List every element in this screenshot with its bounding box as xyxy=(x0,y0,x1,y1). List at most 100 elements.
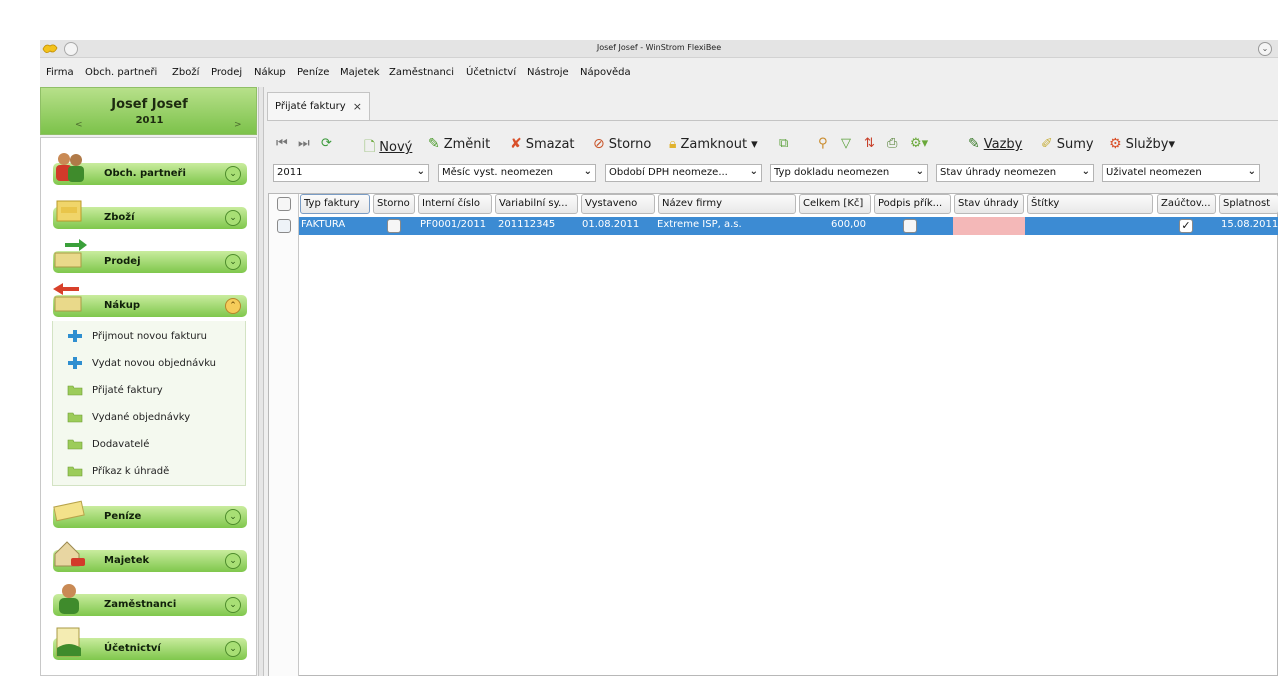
company-header: Josef Josef 2011 < > xyxy=(40,87,257,135)
expand-chevron-icon[interactable]: ⌄ xyxy=(225,509,241,525)
expand-chevron-icon[interactable]: ⌄ xyxy=(225,210,241,226)
column-header-variabilni-symbol[interactable]: Variabilní sy... xyxy=(495,194,578,214)
column-header-stav-uhrady[interactable]: Stav úhrady xyxy=(954,194,1024,214)
menu-bar: Firma Obch. partneři Zboží Prodej Nákup … xyxy=(40,59,1278,84)
cell-vystaveno: 01.08.2011 xyxy=(582,219,640,230)
chevron-down-icon: ⌄ xyxy=(915,166,924,177)
expand-chevron-icon[interactable]: ⌄ xyxy=(225,254,241,270)
services-button[interactable]: ⚙ Služby▾ xyxy=(1109,136,1175,152)
chevron-down-icon: ⌄ xyxy=(1247,166,1256,177)
company-year: 2011 xyxy=(135,115,164,126)
column-header-vystaveno[interactable]: Vystaveno xyxy=(581,194,655,214)
refresh-icon[interactable]: ⟳ xyxy=(321,136,332,151)
year-select[interactable]: 2011 ⌄ xyxy=(273,164,429,182)
column-header-podpis-prikazu[interactable]: Podpis přík... xyxy=(874,194,951,214)
storno-button[interactable]: ⊘ Storno xyxy=(593,136,651,152)
column-header-interni-cislo[interactable]: Interní číslo xyxy=(418,194,492,214)
sidebar-item-vydane-objednavky[interactable]: Vydané objednávky xyxy=(67,411,190,423)
sort-icon[interactable]: ⇅ xyxy=(864,136,875,151)
expand-chevron-icon[interactable]: ⌄ xyxy=(225,553,241,569)
menu-nastroje[interactable]: Nástroje xyxy=(527,67,569,78)
sales-arrow-icon xyxy=(54,239,87,268)
menu-ucetnictvi[interactable]: Účetnictví xyxy=(466,67,516,78)
menu-napoveda[interactable]: Nápověda xyxy=(580,67,631,78)
menu-zbozi[interactable]: Zboží xyxy=(172,67,199,78)
filter-icon[interactable]: ▽ xyxy=(841,136,851,151)
reports-icon[interactable]: ⚙▾ xyxy=(910,136,928,151)
sidebar-item-dodavatele[interactable]: Dodavatelé xyxy=(67,438,149,450)
sums-button[interactable]: ✐ Sumy xyxy=(1041,136,1094,152)
sidebar-item-prijate-faktury[interactable]: Přijaté faktury xyxy=(67,384,163,396)
menu-obch-partneri[interactable]: Obch. partneři xyxy=(85,67,157,78)
window-maximize-button[interactable]: ⌄ xyxy=(1258,42,1272,56)
storno-checkbox[interactable] xyxy=(387,219,401,233)
cell-nazev-firmy: Extreme ISP, a.s. xyxy=(657,219,742,230)
expand-chevron-icon[interactable]: ⌄ xyxy=(225,166,241,182)
sidebar-section-penize[interactable]: Peníze ⌄ xyxy=(53,500,247,528)
app-window: Josef Josef - WinStrom FlexiBee ⌄ Firma … xyxy=(40,40,1278,676)
sidebar-item-vydat-objednavku[interactable]: Vydat novou objednávku xyxy=(67,357,216,369)
menu-prodej[interactable]: Prodej xyxy=(211,67,242,78)
expand-chevron-icon[interactable]: ⌄ xyxy=(225,641,241,657)
expand-chevron-icon[interactable]: ⌄ xyxy=(225,597,241,613)
chevron-down-icon: ⌄ xyxy=(416,166,425,177)
print-icon[interactable]: ⎙ xyxy=(887,136,897,151)
vat-period-select[interactable]: Období DPH neomeze... ⌄ xyxy=(605,164,762,182)
chevron-down-icon: ⌄ xyxy=(583,166,592,177)
menu-nakup[interactable]: Nákup xyxy=(254,67,286,78)
sidebar-section-ucetnictvi[interactable]: Účetnictví ⌄ xyxy=(53,627,247,660)
storno-icon: ⊘ xyxy=(593,136,605,152)
column-header-nazev-firmy[interactable]: Název firmy xyxy=(658,194,796,214)
select-all-checkbox[interactable] xyxy=(277,197,291,211)
cell-typ-faktury: FAKTURA xyxy=(301,219,346,230)
panel-splitter[interactable] xyxy=(258,87,264,676)
lock-button[interactable]: 🔒︎ Zamknout ▾ xyxy=(669,136,758,152)
column-header-storno[interactable]: Storno xyxy=(373,194,415,214)
plus-icon xyxy=(68,357,82,369)
collapse-chevron-icon[interactable]: ⌃ xyxy=(225,298,241,314)
row-select-checkbox[interactable] xyxy=(277,219,291,233)
new-document-icon: 🗋 xyxy=(364,139,376,155)
column-header-stitky[interactable]: Štítky xyxy=(1027,194,1153,214)
new-button[interactable]: 🗋 Nový xyxy=(364,136,412,160)
edit-button[interactable]: ✎ Změnit xyxy=(428,136,490,152)
next-year-arrow-icon[interactable]: > xyxy=(234,120,242,130)
zauctovano-checkbox[interactable]: ✓ xyxy=(1179,219,1193,233)
user-select[interactable]: Uživatel neomezen ⌄ xyxy=(1102,164,1260,182)
plus-icon xyxy=(68,330,82,342)
podpis-checkbox[interactable] xyxy=(903,219,917,233)
sidebar-section-zbozi[interactable]: Zboží ⌄ xyxy=(53,200,247,229)
links-button[interactable]: ✎ Vazby xyxy=(968,136,1022,152)
sidebar-section-obch-partneri[interactable]: Obch. partneři ⌄ xyxy=(53,153,247,185)
sidebar-section-prodej[interactable]: Prodej ⌄ xyxy=(53,239,247,273)
tab-prijate-faktury[interactable]: Přijaté faktury × xyxy=(267,92,370,120)
menu-zamestnanci[interactable]: Zaměstnanci xyxy=(389,67,454,78)
sidebar-item-prijmout-fakturu[interactable]: Přijmout novou fakturu xyxy=(67,330,207,342)
sidebar-section-majetek[interactable]: Majetek ⌄ xyxy=(53,541,247,572)
search-icon[interactable]: ⚲ xyxy=(818,136,828,151)
doc-type-select[interactable]: Typ dokladu neomezen ⌄ xyxy=(770,164,928,182)
menu-majetek[interactable]: Majetek xyxy=(340,67,380,78)
delete-button[interactable]: ✘ Smazat xyxy=(510,136,575,152)
sidebar-section-nakup[interactable]: Nákup ⌃ xyxy=(53,283,247,317)
column-header-typ-faktury[interactable]: Typ faktury xyxy=(300,194,370,214)
first-record-icon[interactable]: ⏮ xyxy=(276,136,288,151)
column-header-celkem[interactable]: Celkem [Kč] xyxy=(799,194,871,214)
copy-icon[interactable]: ⧉ xyxy=(779,136,788,151)
column-header-zauctovano[interactable]: Zaúčtov... xyxy=(1157,194,1216,214)
goods-box-icon xyxy=(56,200,82,222)
close-tab-icon[interactable]: × xyxy=(353,100,362,113)
edit-pencil-icon: ✎ xyxy=(428,136,440,152)
column-header-splatnost[interactable]: Splatnost xyxy=(1219,194,1278,214)
last-record-icon[interactable]: ⏭ xyxy=(298,136,310,151)
menu-penize[interactable]: Peníze xyxy=(297,67,329,78)
prev-year-arrow-icon[interactable]: < xyxy=(75,120,83,130)
sidebar-item-prikaz-k-uhrade[interactable]: Příkaz k úhradě xyxy=(67,465,169,477)
payment-state-select[interactable]: Stav úhrady neomezen ⌄ xyxy=(936,164,1094,182)
menu-firma[interactable]: Firma xyxy=(46,67,74,78)
company-name: Josef Josef xyxy=(111,97,188,112)
table-row[interactable]: FAKTURA PF0001/2011 201112345 01.08.2011… xyxy=(299,217,1278,235)
sidebar-section-zamestnanci[interactable]: Zaměstnanci ⌄ xyxy=(53,584,247,616)
folder-icon xyxy=(67,439,83,450)
month-select[interactable]: Měsíc vyst. neomezen ⌄ xyxy=(438,164,596,182)
